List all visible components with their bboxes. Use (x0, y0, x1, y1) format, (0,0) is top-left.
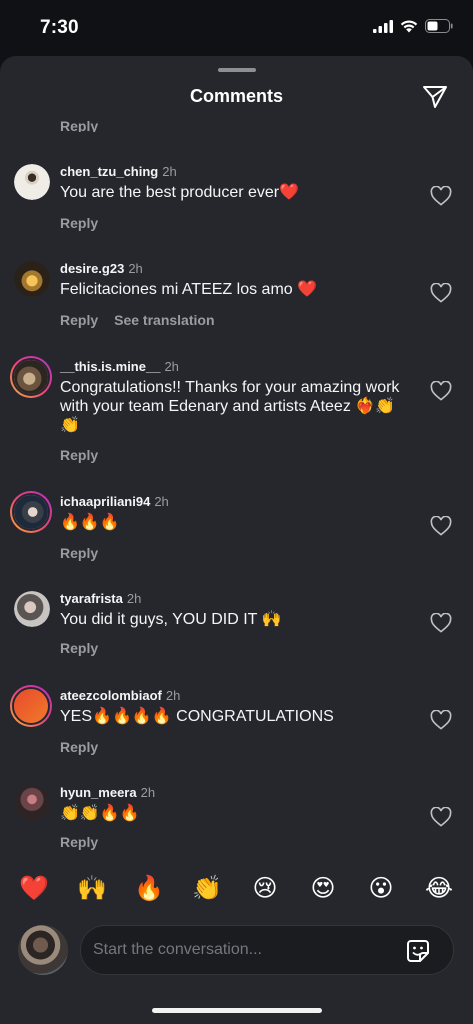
reply-link[interactable]: Reply (60, 739, 98, 755)
comment-actions: Reply (60, 834, 98, 850)
comment-actions: Reply See translation (60, 312, 215, 328)
wifi-icon (400, 20, 418, 32)
like-heart-icon[interactable] (430, 186, 452, 206)
comment-username[interactable]: ateezcolombiaof (60, 688, 162, 703)
reaction-heart-button[interactable]: ❤️ (17, 872, 51, 906)
comment-composer (0, 922, 473, 978)
comment-input-wrapper (80, 925, 454, 975)
comment-time: 2h (128, 261, 143, 276)
comment-actions: Reply (60, 545, 98, 561)
comment-time: 2h (154, 494, 169, 509)
comment-header: chen_tzu_ching 2h (60, 164, 177, 179)
comment-text: 🔥🔥🔥 (60, 514, 120, 531)
comment-text: You are the best producer ever❤️ (60, 184, 300, 201)
comment-username[interactable]: __this.is.mine__ (60, 359, 160, 374)
avatar[interactable] (14, 164, 50, 200)
quick-reactions-bar: ❤️ 🙌 🔥 👏 😢 😍 😮 😂 (0, 872, 473, 912)
status-icons (373, 19, 453, 33)
like-heart-icon[interactable] (430, 516, 452, 536)
reply-link[interactable]: Reply (60, 640, 98, 656)
page-title: Comments (189, 86, 283, 106)
comment-header: __this.is.mine__ 2h (60, 359, 179, 374)
comments-sheet: Comments Reply chen_tzu_ching 2h You are … (0, 56, 473, 1024)
comment-header: ichaapriliani94 2h (60, 494, 169, 509)
current-user-avatar (18, 925, 68, 975)
cellular-signal-icon (373, 19, 393, 33)
comment-actions: Reply (60, 739, 98, 755)
like-heart-icon[interactable] (430, 283, 452, 303)
comment-username[interactable]: ichaapriliani94 (60, 494, 150, 509)
avatar[interactable] (10, 685, 52, 727)
comment-text: 👏👏🔥🔥 (60, 805, 140, 822)
status-time: 7:30 (40, 17, 79, 38)
avatar[interactable] (10, 356, 52, 398)
comment-actions: Reply (60, 447, 98, 463)
reaction-heart-eyes-button[interactable]: 😍 (306, 872, 340, 906)
comment-text: Felicitaciones mi ATEEZ los amo ❤️ (60, 281, 318, 298)
comment-actions: Reply (60, 640, 98, 656)
comment-username[interactable]: hyun_meera (60, 785, 137, 800)
home-indicator (152, 1008, 322, 1013)
reply-link[interactable]: Reply (60, 545, 98, 561)
comment-time: 2h (162, 164, 177, 179)
comment-time: 2h (165, 688, 181, 703)
comment-header: desire.g23 2h (60, 261, 143, 276)
like-heart-icon[interactable] (430, 613, 452, 633)
comment-text: You did it guys, YOU DID IT 🙌 (60, 611, 282, 628)
comment-text: Congratulations!! Thanks for your amazin… (60, 379, 400, 434)
reply-link[interactable]: Reply (60, 118, 98, 132)
comment-actions: Reply (60, 215, 98, 231)
comment-text: YES🔥🔥🔥🔥 CONGRATULATIONS (60, 708, 334, 725)
reaction-raised-hands-button[interactable]: 🙌 (75, 872, 109, 906)
status-bar: 7:30 (0, 0, 473, 56)
reaction-crying-button[interactable]: 😢 (248, 872, 282, 906)
reply-link[interactable]: Reply (60, 312, 98, 328)
share-button[interactable] (420, 82, 450, 112)
paper-plane-icon (423, 86, 447, 108)
reaction-surprised-button[interactable]: 😮 (364, 872, 398, 906)
reply-link[interactable]: Reply (60, 215, 98, 231)
comment-time: 2h (164, 359, 179, 374)
reply-link[interactable]: Reply (60, 834, 98, 850)
comment-input[interactable] (93, 926, 393, 974)
avatar[interactable] (14, 261, 50, 297)
avatar[interactable] (10, 491, 52, 533)
comment-header: ateezcolombiaof 2h (60, 688, 180, 703)
sheet-grabber[interactable] (218, 68, 256, 72)
like-heart-icon[interactable] (430, 381, 452, 401)
comment-time: 2h (140, 785, 156, 800)
battery-icon (425, 19, 453, 33)
comment-username[interactable]: chen_tzu_ching (60, 164, 158, 179)
like-heart-icon[interactable] (430, 710, 452, 730)
avatar[interactable] (14, 591, 50, 627)
reaction-clap-button[interactable]: 👏 (190, 872, 224, 906)
reaction-fire-button[interactable]: 🔥 (132, 872, 166, 906)
comment-username[interactable]: desire.g23 (60, 261, 124, 276)
comment-username[interactable]: tyarafrista (60, 591, 123, 606)
reaction-laughing-button[interactable]: 😂 (422, 872, 456, 906)
reply-link[interactable]: Reply (60, 447, 98, 463)
see-translation-link[interactable]: See translation (114, 312, 214, 328)
comment-header: tyarafrista 2h (60, 591, 141, 606)
sticker-icon[interactable] (405, 938, 431, 964)
like-heart-icon[interactable] (430, 807, 452, 827)
avatar[interactable] (14, 785, 50, 821)
comment-time: 2h (126, 591, 142, 606)
comment-header: hyun_meera 2h (60, 785, 155, 800)
